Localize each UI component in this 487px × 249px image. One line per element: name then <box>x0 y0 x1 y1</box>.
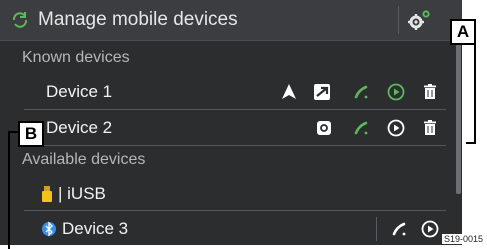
media-play-icon[interactable] <box>387 83 405 101</box>
device-name: Device 3 <box>62 219 129 238</box>
page-title: Manage mobile devices <box>38 9 238 30</box>
carplay-icon[interactable] <box>315 119 333 137</box>
media-play-icon[interactable] <box>421 220 439 238</box>
device-name: | iUSB <box>58 184 106 203</box>
delete-icon[interactable] <box>421 119 439 137</box>
device-name: Device 2 <box>46 118 113 137</box>
callout-b-bracket <box>8 131 20 249</box>
phone-icon[interactable] <box>390 220 408 238</box>
settings-gear-icon[interactable] <box>405 8 433 32</box>
section-available-devices: Available devices <box>22 151 146 168</box>
row-divider <box>24 145 446 146</box>
row-separator <box>376 217 377 241</box>
delete-icon[interactable] <box>421 83 439 101</box>
device-row-device-2[interactable]: Device 2 <box>0 110 445 146</box>
screen: Manage mobile devices Known devices Devi… <box>0 0 462 245</box>
media-play-icon[interactable] <box>387 119 405 137</box>
device-name: Device 1 <box>46 82 113 101</box>
scrollbar[interactable] <box>456 44 461 194</box>
android-auto-icon[interactable] <box>280 83 298 101</box>
header-bar: Manage mobile devices <box>0 0 462 41</box>
phone-icon[interactable] <box>352 119 370 137</box>
section-known-devices: Known devices <box>22 49 130 66</box>
header-separator <box>398 6 399 34</box>
phone-icon[interactable] <box>352 83 370 101</box>
usb-icon <box>42 186 52 202</box>
device-row-device-1[interactable]: Device 1 <box>0 74 445 110</box>
callout-b-label: B <box>18 121 44 147</box>
refresh-icon[interactable] <box>10 10 30 30</box>
device-row-device-3[interactable]: Device 3 <box>0 211 445 245</box>
device-row-usb[interactable]: | iUSB <box>0 176 445 212</box>
callout-a-label: A <box>450 19 476 45</box>
mirrorlink-icon[interactable] <box>313 83 331 101</box>
bluetooth-icon <box>42 221 56 237</box>
figure-code: S19-0015 <box>441 234 485 244</box>
